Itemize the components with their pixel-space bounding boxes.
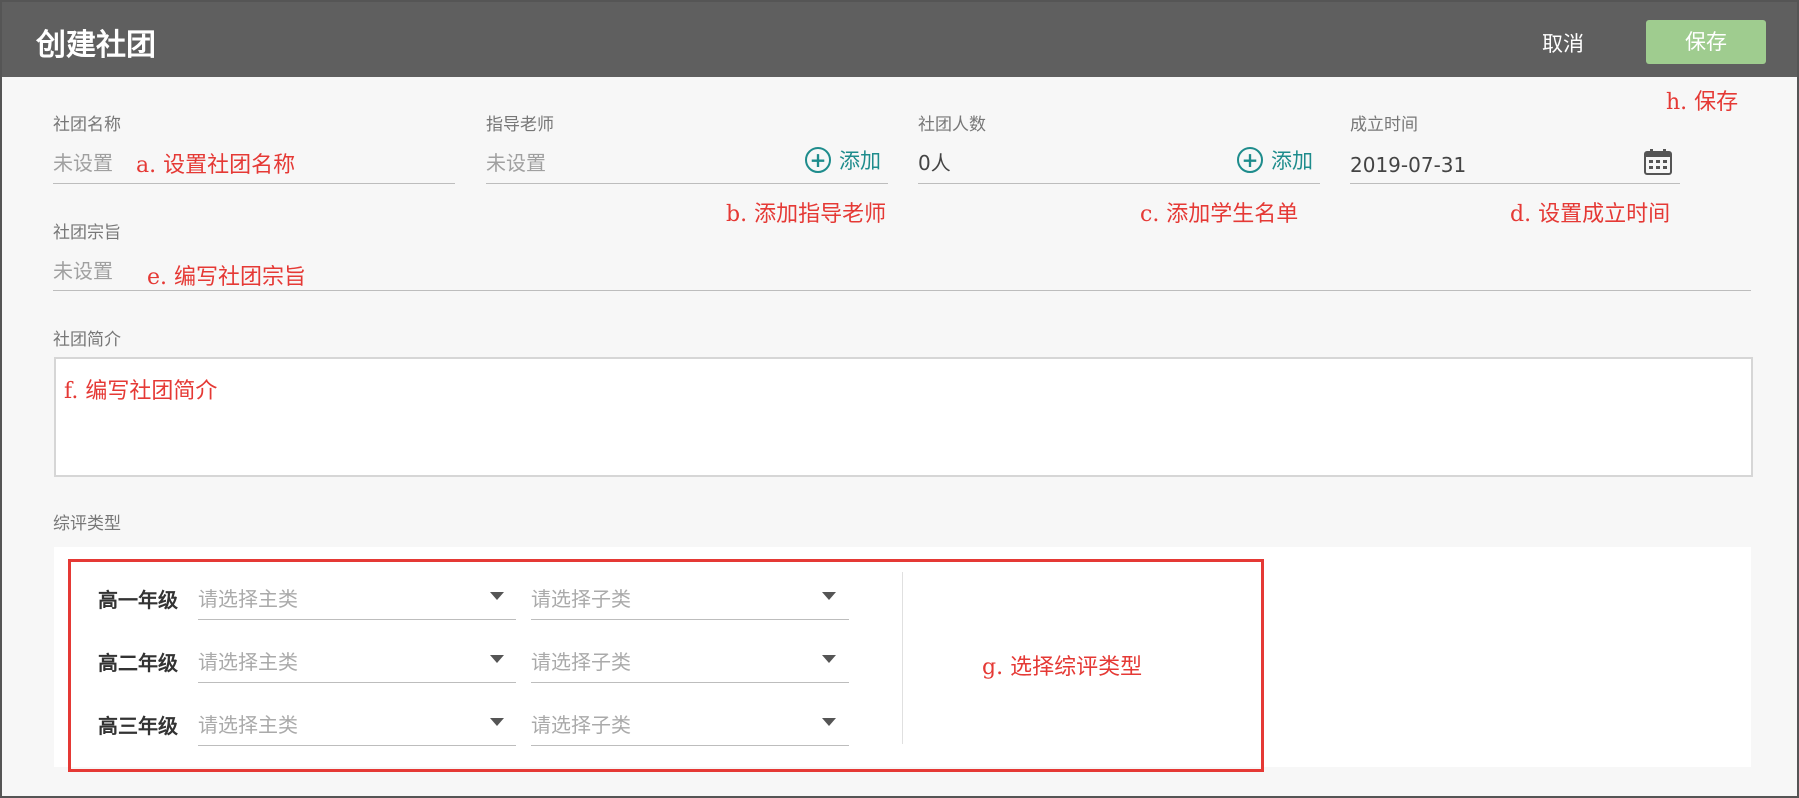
advisor-label: 指导老师 xyxy=(486,115,554,135)
sub-category-select-3[interactable]: 请选择子类 xyxy=(531,709,631,738)
caret-down-icon xyxy=(490,592,504,600)
caret-down-icon xyxy=(490,718,504,726)
annotation-e: e. 编写社团宗旨 xyxy=(147,265,307,290)
caret-down-icon xyxy=(490,655,504,663)
annotation-h: h. 保存 xyxy=(1666,90,1739,115)
grade-label-2: 高二年级 xyxy=(98,651,178,675)
club-name-label: 社团名称 xyxy=(53,115,121,135)
dialog-title: 创建社团 xyxy=(36,28,156,63)
intro-textarea[interactable] xyxy=(54,357,1753,477)
sub-category-select-2[interactable]: 请选择子类 xyxy=(531,646,631,675)
add-student-button[interactable]: + 添加 xyxy=(1237,145,1313,175)
select-underline xyxy=(198,745,516,746)
annotation-a: a. 设置社团名称 xyxy=(136,153,296,178)
cancel-button[interactable]: 取消 xyxy=(1542,28,1584,58)
member-count-underline xyxy=(918,183,1320,184)
advisor-underline xyxy=(486,183,888,184)
purpose-underline xyxy=(53,290,1751,291)
founded-date-input[interactable]: 2019-07-31 xyxy=(1350,153,1466,177)
caret-down-icon xyxy=(822,655,836,663)
plus-circle-icon: + xyxy=(805,147,831,173)
annotation-b: b. 添加指导老师 xyxy=(726,202,887,227)
member-count-value: 0人 xyxy=(918,151,951,175)
add-advisor-button[interactable]: + 添加 xyxy=(805,145,881,175)
founded-underline xyxy=(1350,183,1680,184)
save-button[interactable]: 保存 xyxy=(1646,20,1766,64)
plus-circle-icon: + xyxy=(1237,147,1263,173)
add-advisor-label: 添加 xyxy=(839,149,881,173)
select-underline xyxy=(198,619,516,620)
select-underline xyxy=(531,745,849,746)
main-category-select-1[interactable]: 请选择主类 xyxy=(198,583,298,612)
eval-divider xyxy=(902,572,903,744)
club-name-underline xyxy=(53,183,455,184)
select-underline xyxy=(198,682,516,683)
grade-label-1: 高一年级 xyxy=(98,588,178,612)
main-category-select-2[interactable]: 请选择主类 xyxy=(198,646,298,675)
caret-down-icon xyxy=(822,592,836,600)
main-category-select-3[interactable]: 请选择主类 xyxy=(198,709,298,738)
advisor-input[interactable]: 未设置 xyxy=(486,147,546,176)
club-name-input[interactable]: 未设置 xyxy=(53,147,113,176)
select-underline xyxy=(531,619,849,620)
dialog-header: 创建社团 取消 保存 xyxy=(2,2,1797,77)
create-club-dialog: 创建社团 取消 保存 h. 保存 社团名称 未设置 a. 设置社团名称 指导老师… xyxy=(0,0,1799,798)
sub-category-select-1[interactable]: 请选择子类 xyxy=(531,583,631,612)
founded-label: 成立时间 xyxy=(1350,115,1418,135)
member-count-label: 社团人数 xyxy=(918,115,986,135)
intro-label: 社团简介 xyxy=(53,330,121,350)
annotation-f: f. 编写社团简介 xyxy=(64,379,218,404)
add-student-label: 添加 xyxy=(1271,149,1313,173)
calendar-icon[interactable] xyxy=(1644,149,1672,175)
annotation-d: d. 设置成立时间 xyxy=(1510,202,1671,227)
purpose-label: 社团宗旨 xyxy=(53,223,121,243)
grade-label-3: 高三年级 xyxy=(98,714,178,738)
caret-down-icon xyxy=(822,718,836,726)
select-underline xyxy=(531,682,849,683)
purpose-input[interactable]: 未设置 xyxy=(53,255,113,284)
annotation-c: c. 添加学生名单 xyxy=(1140,202,1299,227)
annotation-g: g. 选择综评类型 xyxy=(982,655,1143,680)
eval-type-label: 综评类型 xyxy=(53,514,121,534)
